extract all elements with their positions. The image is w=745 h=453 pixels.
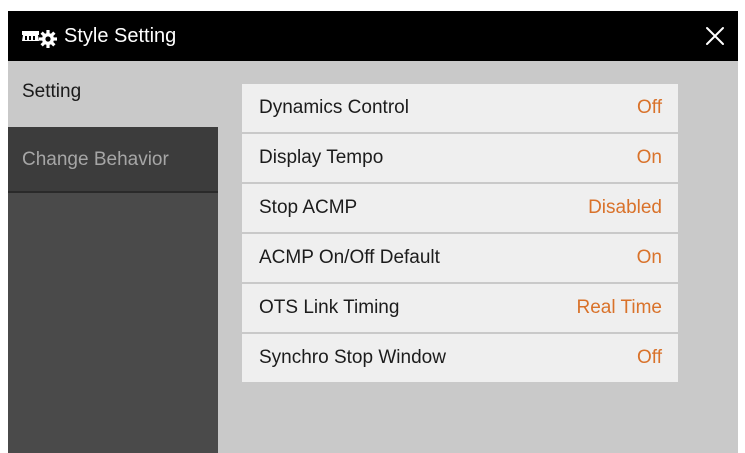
setting-label: OTS Link Timing <box>259 297 400 318</box>
setting-row-stop-acmp[interactable]: Stop ACMP Disabled <box>242 184 678 232</box>
setting-label: ACMP On/Off Default <box>259 247 440 268</box>
setting-value: On <box>636 247 662 268</box>
setting-row-display-tempo[interactable]: Display Tempo On <box>242 134 678 182</box>
tab-setting[interactable]: Setting <box>8 61 218 127</box>
close-button[interactable] <box>698 19 732 53</box>
style-setting-window: Style Setting Setting Change Behavior Dy… <box>8 11 738 453</box>
settings-list: Dynamics Control Off Display Tempo On St… <box>242 84 678 384</box>
setting-value: On <box>636 147 662 168</box>
setting-row-acmp-on-off-default[interactable]: ACMP On/Off Default On <box>242 234 678 282</box>
setting-value: Off <box>637 97 662 118</box>
style-setting-icon <box>20 25 60 49</box>
setting-row-dynamics-control[interactable]: Dynamics Control Off <box>242 84 678 132</box>
tab-change-behavior[interactable]: Change Behavior <box>8 127 218 193</box>
setting-value: Real Time <box>576 297 662 318</box>
setting-label: Synchro Stop Window <box>259 347 446 368</box>
setting-label: Display Tempo <box>259 147 384 168</box>
setting-row-synchro-stop-window[interactable]: Synchro Stop Window Off <box>242 334 678 382</box>
setting-label: Stop ACMP <box>259 197 358 218</box>
setting-value: Off <box>637 347 662 368</box>
setting-label: Dynamics Control <box>259 97 409 118</box>
sidebar: Setting Change Behavior <box>8 61 218 453</box>
close-icon <box>706 27 724 45</box>
title-bar: Style Setting <box>8 11 738 61</box>
setting-value: Disabled <box>588 197 662 218</box>
setting-row-ots-link-timing[interactable]: OTS Link Timing Real Time <box>242 284 678 332</box>
window-title: Style Setting <box>64 25 177 47</box>
